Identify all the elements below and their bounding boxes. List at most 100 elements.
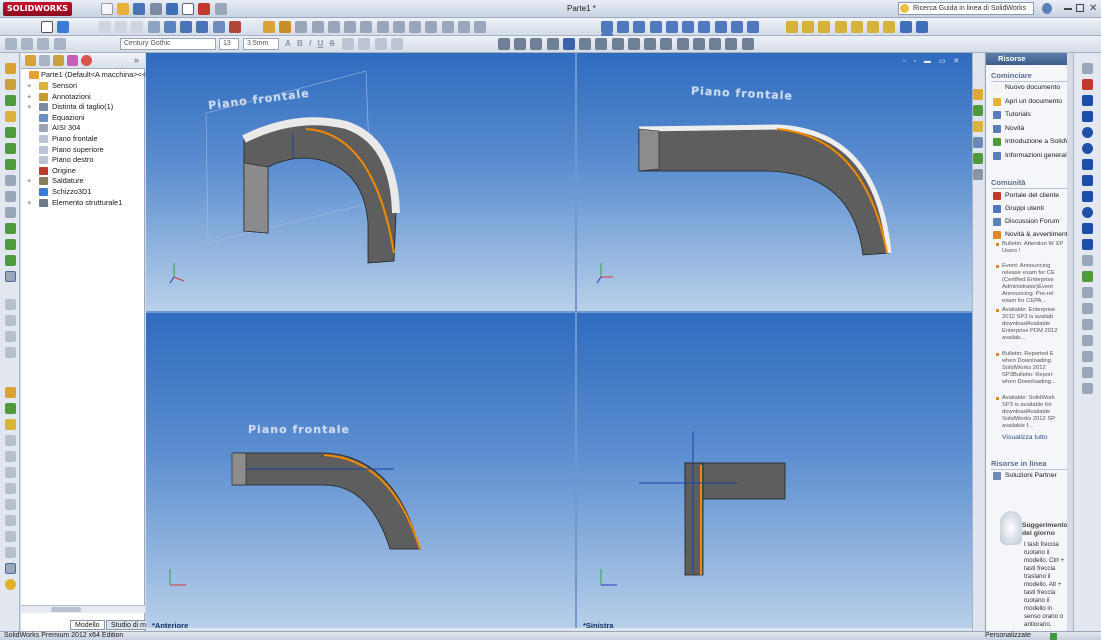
- task-pane-link[interactable]: Novità: [993, 124, 1067, 134]
- pattern-feature-icon[interactable]: [5, 223, 16, 234]
- display-style-icon[interactable]: [196, 21, 209, 33]
- zoom-area-icon[interactable]: [115, 21, 128, 33]
- italic-icon[interactable]: I: [309, 39, 311, 48]
- weldment-icon[interactable]: [263, 21, 275, 33]
- tube-model-left[interactable]: [577, 313, 972, 631]
- feature-tree-tab-icon[interactable]: [25, 55, 36, 66]
- tree-node[interactable]: AISI 304: [21, 123, 145, 134]
- trimetric-view-icon[interactable]: [730, 21, 743, 33]
- move-tool-icon[interactable]: [1082, 367, 1093, 378]
- assembly-icon[interactable]: [5, 387, 16, 398]
- end-cap-feature-icon[interactable]: [5, 143, 16, 154]
- help-search-input[interactable]: Ricerca Guida in linea di SolidWorks: [898, 2, 1034, 15]
- convert-tool-icon[interactable]: [1082, 303, 1093, 314]
- layer-icon[interactable]: [5, 38, 17, 50]
- arc-tool-icon[interactable]: [1082, 159, 1093, 170]
- chamfer-icon[interactable]: [5, 207, 16, 218]
- 3d-sketch-icon[interactable]: [425, 21, 438, 33]
- line-color-icon[interactable]: [21, 38, 34, 50]
- smart-dim-icon[interactable]: [1082, 79, 1093, 90]
- text-a-icon[interactable]: [562, 38, 575, 50]
- left-view-icon[interactable]: [633, 21, 646, 33]
- task-pane-link[interactable]: Tutorials: [993, 110, 1067, 120]
- point-icon[interactable]: [867, 21, 880, 33]
- grid-icon[interactable]: [725, 38, 738, 50]
- strikethrough-icon[interactable]: S: [330, 39, 335, 48]
- arc-icon[interactable]: [834, 21, 847, 33]
- weld-bead-icon[interactable]: [392, 21, 405, 33]
- copy-icon[interactable]: [5, 531, 16, 542]
- centerline-tool-icon[interactable]: [1082, 239, 1093, 250]
- expand-icon[interactable]: +: [27, 92, 31, 102]
- tree-node[interactable]: Equazioni: [21, 113, 145, 124]
- instant3d-icon[interactable]: [5, 331, 16, 342]
- tube-model-front[interactable]: [146, 313, 575, 631]
- relations-tool-icon[interactable]: [1082, 383, 1093, 394]
- polygon-tool-icon[interactable]: [1082, 175, 1093, 186]
- back-view-icon[interactable]: [617, 21, 630, 33]
- font-select[interactable]: Century Gothic: [120, 38, 216, 50]
- fillet-tool-icon[interactable]: [1082, 255, 1093, 266]
- text-height-field[interactable]: 3.5mm: [243, 38, 279, 50]
- news-item[interactable]: Available: Enterprise 2012 SP3 is availa…: [1002, 307, 1064, 349]
- task-pane-link[interactable]: Portale del cliente: [993, 191, 1067, 201]
- resources-tab-icon[interactable]: [973, 89, 983, 100]
- graphics-area[interactable]: Piano frontale Piano frontale ▫ ▫ ▬ ▭ ✕: [146, 53, 972, 631]
- reference-geometry-icon[interactable]: [5, 299, 16, 310]
- mirror-icon[interactable]: [457, 21, 470, 33]
- configuration-tab-icon[interactable]: [53, 55, 64, 66]
- isometric-view-icon[interactable]: [698, 21, 711, 33]
- viewport-isometric[interactable]: Piano frontale: [146, 53, 575, 311]
- trim-tool-icon[interactable]: [1082, 287, 1093, 298]
- font-size-select[interactable]: 13: [219, 38, 239, 50]
- align-center-icon[interactable]: [358, 38, 371, 50]
- front-view-icon[interactable]: [601, 21, 613, 33]
- weldment-feature-icon[interactable]: [5, 63, 16, 74]
- rebuild-icon[interactable]: [198, 3, 211, 15]
- close-icon[interactable]: ✕: [1089, 3, 1099, 14]
- view-all-link[interactable]: Visualizza tutto: [1002, 433, 1067, 443]
- appearance-icon[interactable]: [228, 21, 241, 33]
- datum-icon[interactable]: [579, 38, 592, 50]
- point-tool-icon[interactable]: [1082, 223, 1093, 234]
- line-thickness-icon[interactable]: [37, 38, 50, 50]
- minimize-icon[interactable]: [1064, 8, 1072, 10]
- balloon-icon[interactable]: [530, 38, 543, 50]
- viewport-left[interactable]: *Sinistra: [577, 313, 972, 631]
- structural-icon[interactable]: [5, 79, 16, 90]
- expand-icon[interactable]: +: [27, 81, 31, 91]
- rotate-icon[interactable]: [5, 499, 16, 510]
- design-library-tab-icon[interactable]: [973, 105, 983, 116]
- plane-icon[interactable]: [441, 21, 454, 33]
- center-mark-icon[interactable]: [660, 38, 673, 50]
- slot-tool-icon[interactable]: [1082, 127, 1093, 138]
- gusset-icon[interactable]: [344, 21, 357, 33]
- expand-icon[interactable]: +: [27, 198, 31, 208]
- tree-node[interactable]: Schizzo3D1: [21, 187, 145, 198]
- extrude-icon[interactable]: [5, 95, 16, 106]
- justify-icon[interactable]: [390, 38, 403, 50]
- mirror-tool-icon[interactable]: [1082, 335, 1093, 346]
- relations-icon[interactable]: [899, 21, 912, 33]
- tree-node[interactable]: Piano superiore: [21, 145, 145, 156]
- single-view-icon[interactable]: [747, 21, 760, 33]
- maximize-icon[interactable]: [1076, 4, 1084, 12]
- weld-symbol-icon[interactable]: [611, 38, 624, 50]
- expand-chevron-icon[interactable]: »: [134, 55, 139, 65]
- rect-tool-icon[interactable]: [1082, 111, 1093, 122]
- mirror-feature-icon[interactable]: [5, 239, 16, 250]
- select-icon[interactable]: [41, 21, 53, 33]
- tree-node[interactable]: Piano destro: [21, 155, 145, 166]
- block-icon[interactable]: [676, 38, 689, 50]
- news-item[interactable]: Bulletin: Reported E when Downloading So…: [1002, 351, 1064, 393]
- tree-node[interactable]: + Sensori: [21, 81, 145, 92]
- task-pane-link[interactable]: Discussion Forum: [993, 217, 1067, 227]
- fillet-icon[interactable]: [5, 347, 16, 358]
- tab-modello[interactable]: Modello: [70, 620, 105, 630]
- dimension-icon[interactable]: [915, 21, 928, 33]
- hole-callout-icon[interactable]: [627, 38, 640, 50]
- ellipse-tool-icon[interactable]: [1082, 207, 1093, 218]
- sketch-tool-icon[interactable]: [1082, 63, 1093, 74]
- weld-bead-feature-icon[interactable]: [5, 159, 16, 170]
- print-icon[interactable]: [149, 3, 162, 15]
